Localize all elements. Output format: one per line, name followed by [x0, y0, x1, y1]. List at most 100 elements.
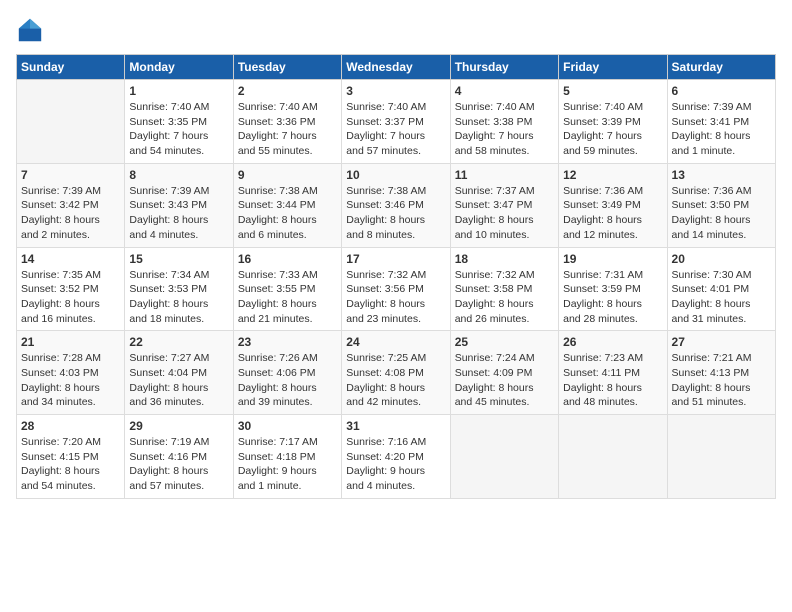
calendar-cell: 18 Sunrise: 7:32 AM Sunset: 3:58 PM Dayli…: [450, 247, 558, 331]
day-number: 20: [672, 252, 771, 266]
day-number: 31: [346, 419, 445, 433]
day-number: 11: [455, 168, 554, 182]
calendar-cell: [17, 80, 125, 164]
cell-content: Sunrise: 7:38 AM Sunset: 3:44 PM Dayligh…: [238, 184, 337, 243]
day-number: 9: [238, 168, 337, 182]
calendar-cell: 31 Sunrise: 7:16 AM Sunset: 4:20 PM Dayli…: [342, 415, 450, 499]
calendar-cell: 13 Sunrise: 7:36 AM Sunset: 3:50 PM Dayli…: [667, 163, 775, 247]
calendar-cell: 15Sunrise: 7:34 AM Sunset: 3:53 PM Dayli…: [125, 247, 233, 331]
calendar-cell: 3 Sunrise: 7:40 AM Sunset: 3:37 PM Daylig…: [342, 80, 450, 164]
day-number: 28: [21, 419, 120, 433]
day-number: 8: [129, 168, 228, 182]
calendar-cell: 8 Sunrise: 7:39 AM Sunset: 3:43 PM Daylig…: [125, 163, 233, 247]
day-number: 3: [346, 84, 445, 98]
day-number: 23: [238, 335, 337, 349]
day-number: 6: [672, 84, 771, 98]
weekday-header-sunday: Sunday: [17, 55, 125, 80]
day-number: 16: [238, 252, 337, 266]
day-number: 25: [455, 335, 554, 349]
calendar-week-2: 7Sunrise: 7:39 AM Sunset: 3:42 PM Daylig…: [17, 163, 776, 247]
cell-content: Sunrise: 7:39 AM Sunset: 3:41 PM Dayligh…: [672, 100, 771, 159]
cell-content: Sunrise: 7:28 AM Sunset: 4:03 PM Dayligh…: [21, 351, 120, 410]
cell-content: Sunrise: 7:39 AM Sunset: 3:43 PM Dayligh…: [129, 184, 228, 243]
cell-content: Sunrise: 7:23 AM Sunset: 4:11 PM Dayligh…: [563, 351, 662, 410]
cell-content: Sunrise: 7:32 AM Sunset: 3:58 PM Dayligh…: [455, 268, 554, 327]
calendar-cell: [667, 415, 775, 499]
weekday-header-thursday: Thursday: [450, 55, 558, 80]
day-number: 21: [21, 335, 120, 349]
calendar-week-4: 21 Sunrise: 7:28 AM Sunset: 4:03 PM Dayli…: [17, 331, 776, 415]
calendar-cell: 20 Sunrise: 7:30 AM Sunset: 4:01 PM Dayli…: [667, 247, 775, 331]
weekday-header-tuesday: Tuesday: [233, 55, 341, 80]
calendar-cell: 4 Sunrise: 7:40 AM Sunset: 3:38 PM Daylig…: [450, 80, 558, 164]
day-number: 12: [563, 168, 662, 182]
calendar-cell: 10 Sunrise: 7:38 AM Sunset: 3:46 PM Dayli…: [342, 163, 450, 247]
cell-content: Sunrise: 7:19 AM Sunset: 4:16 PM Dayligh…: [129, 435, 228, 494]
calendar-cell: 5Sunrise: 7:40 AM Sunset: 3:39 PM Daylig…: [559, 80, 667, 164]
cell-content: Sunrise: 7:40 AM Sunset: 3:35 PM Dayligh…: [129, 100, 228, 159]
calendar-cell: 2 Sunrise: 7:40 AM Sunset: 3:36 PM Daylig…: [233, 80, 341, 164]
calendar-cell: 14 Sunrise: 7:35 AM Sunset: 3:52 PM Dayli…: [17, 247, 125, 331]
cell-content: Sunrise: 7:17 AM Sunset: 4:18 PM Dayligh…: [238, 435, 337, 494]
weekday-header-wednesday: Wednesday: [342, 55, 450, 80]
cell-content: Sunrise: 7:40 AM Sunset: 3:38 PM Dayligh…: [455, 100, 554, 159]
day-number: 17: [346, 252, 445, 266]
calendar-cell: 19Sunrise: 7:31 AM Sunset: 3:59 PM Dayli…: [559, 247, 667, 331]
day-number: 27: [672, 335, 771, 349]
cell-content: Sunrise: 7:24 AM Sunset: 4:09 PM Dayligh…: [455, 351, 554, 410]
weekday-header-saturday: Saturday: [667, 55, 775, 80]
cell-content: Sunrise: 7:16 AM Sunset: 4:20 PM Dayligh…: [346, 435, 445, 494]
cell-content: Sunrise: 7:20 AM Sunset: 4:15 PM Dayligh…: [21, 435, 120, 494]
calendar-cell: 17Sunrise: 7:32 AM Sunset: 3:56 PM Dayli…: [342, 247, 450, 331]
day-number: 24: [346, 335, 445, 349]
day-number: 18: [455, 252, 554, 266]
calendar-cell: 28 Sunrise: 7:20 AM Sunset: 4:15 PM Dayli…: [17, 415, 125, 499]
calendar-week-5: 28 Sunrise: 7:20 AM Sunset: 4:15 PM Dayli…: [17, 415, 776, 499]
calendar-cell: 11Sunrise: 7:37 AM Sunset: 3:47 PM Dayli…: [450, 163, 558, 247]
cell-content: Sunrise: 7:27 AM Sunset: 4:04 PM Dayligh…: [129, 351, 228, 410]
calendar-cell: 12Sunrise: 7:36 AM Sunset: 3:49 PM Dayli…: [559, 163, 667, 247]
calendar-cell: 6 Sunrise: 7:39 AM Sunset: 3:41 PM Daylig…: [667, 80, 775, 164]
day-number: 22: [129, 335, 228, 349]
cell-content: Sunrise: 7:26 AM Sunset: 4:06 PM Dayligh…: [238, 351, 337, 410]
calendar-cell: [559, 415, 667, 499]
calendar-cell: 21 Sunrise: 7:28 AM Sunset: 4:03 PM Dayli…: [17, 331, 125, 415]
calendar-cell: 30 Sunrise: 7:17 AM Sunset: 4:18 PM Dayli…: [233, 415, 341, 499]
day-number: 19: [563, 252, 662, 266]
cell-content: Sunrise: 7:36 AM Sunset: 3:50 PM Dayligh…: [672, 184, 771, 243]
day-number: 14: [21, 252, 120, 266]
calendar-cell: [450, 415, 558, 499]
weekday-header-row: SundayMondayTuesdayWednesdayThursdayFrid…: [17, 55, 776, 80]
calendar-cell: 29Sunrise: 7:19 AM Sunset: 4:16 PM Dayli…: [125, 415, 233, 499]
calendar-cell: 16 Sunrise: 7:33 AM Sunset: 3:55 PM Dayli…: [233, 247, 341, 331]
cell-content: Sunrise: 7:33 AM Sunset: 3:55 PM Dayligh…: [238, 268, 337, 327]
calendar-cell: 23 Sunrise: 7:26 AM Sunset: 4:06 PM Dayli…: [233, 331, 341, 415]
cell-content: Sunrise: 7:35 AM Sunset: 3:52 PM Dayligh…: [21, 268, 120, 327]
cell-content: Sunrise: 7:40 AM Sunset: 3:39 PM Dayligh…: [563, 100, 662, 159]
cell-content: Sunrise: 7:30 AM Sunset: 4:01 PM Dayligh…: [672, 268, 771, 327]
calendar-cell: 26 Sunrise: 7:23 AM Sunset: 4:11 PM Dayli…: [559, 331, 667, 415]
calendar-cell: 9 Sunrise: 7:38 AM Sunset: 3:44 PM Daylig…: [233, 163, 341, 247]
day-number: 13: [672, 168, 771, 182]
calendar-week-1: 1Sunrise: 7:40 AM Sunset: 3:35 PM Daylig…: [17, 80, 776, 164]
calendar-cell: 7Sunrise: 7:39 AM Sunset: 3:42 PM Daylig…: [17, 163, 125, 247]
calendar-cell: 27 Sunrise: 7:21 AM Sunset: 4:13 PM Dayli…: [667, 331, 775, 415]
weekday-header-monday: Monday: [125, 55, 233, 80]
logo: [16, 16, 48, 44]
cell-content: Sunrise: 7:38 AM Sunset: 3:46 PM Dayligh…: [346, 184, 445, 243]
calendar-cell: 24 Sunrise: 7:25 AM Sunset: 4:08 PM Dayli…: [342, 331, 450, 415]
cell-content: Sunrise: 7:40 AM Sunset: 3:37 PM Dayligh…: [346, 100, 445, 159]
cell-content: Sunrise: 7:21 AM Sunset: 4:13 PM Dayligh…: [672, 351, 771, 410]
cell-content: Sunrise: 7:40 AM Sunset: 3:36 PM Dayligh…: [238, 100, 337, 159]
calendar-cell: 1Sunrise: 7:40 AM Sunset: 3:35 PM Daylig…: [125, 80, 233, 164]
cell-content: Sunrise: 7:25 AM Sunset: 4:08 PM Dayligh…: [346, 351, 445, 410]
weekday-header-friday: Friday: [559, 55, 667, 80]
day-number: 4: [455, 84, 554, 98]
calendar-cell: 22 Sunrise: 7:27 AM Sunset: 4:04 PM Dayli…: [125, 331, 233, 415]
day-number: 30: [238, 419, 337, 433]
day-number: 26: [563, 335, 662, 349]
calendar-cell: 25 Sunrise: 7:24 AM Sunset: 4:09 PM Dayli…: [450, 331, 558, 415]
day-number: 7: [21, 168, 120, 182]
day-number: 2: [238, 84, 337, 98]
day-number: 10: [346, 168, 445, 182]
